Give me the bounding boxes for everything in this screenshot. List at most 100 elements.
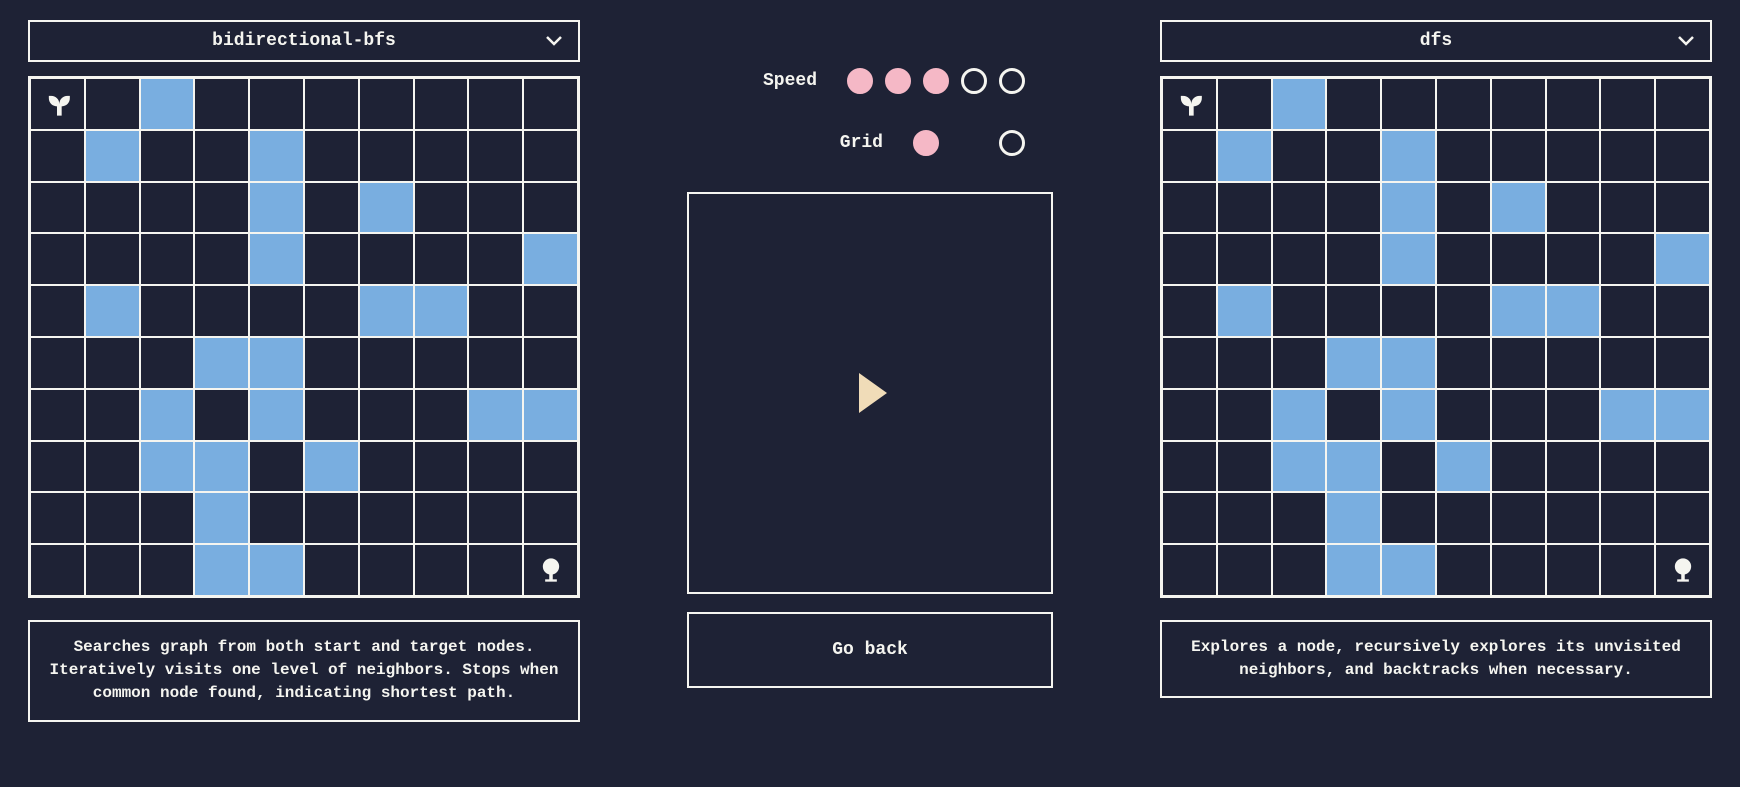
grid-cell[interactable] [1546,544,1601,596]
grid-cell[interactable] [249,544,304,596]
grid-cell[interactable] [194,389,249,441]
grid-cell[interactable] [1272,441,1327,493]
grid-cell[interactable] [414,337,469,389]
grid-cell[interactable] [1655,389,1710,441]
grid-cell[interactable] [1655,285,1710,337]
grid-cell[interactable] [523,130,578,182]
grid-cell[interactable] [140,441,195,493]
grid-cell[interactable] [249,285,304,337]
grid-cell[interactable] [1272,337,1327,389]
grid-cell[interactable] [304,182,359,234]
grid-cell[interactable] [1381,285,1436,337]
grid-cell[interactable] [1546,337,1601,389]
grid-cell[interactable] [1436,492,1491,544]
grid-cell[interactable] [468,544,523,596]
grid-cell[interactable] [194,337,249,389]
grid-cell[interactable] [1436,130,1491,182]
grid-cell[interactable] [1381,389,1436,441]
grid-cell[interactable] [414,544,469,596]
grid-cell[interactable] [1491,130,1546,182]
grid-cell[interactable] [249,130,304,182]
grid-cell[interactable] [1436,544,1491,596]
grid-cell[interactable] [468,441,523,493]
grid-cell[interactable] [1217,337,1272,389]
grid-cell[interactable] [85,233,140,285]
grid-cell[interactable] [1381,337,1436,389]
grid-cell[interactable] [1326,441,1381,493]
grid-cell[interactable] [1655,78,1710,130]
algorithm-select-left[interactable]: bidirectional-bfs [28,20,580,62]
grid-cell[interactable] [1326,492,1381,544]
grid-cell[interactable] [304,233,359,285]
grid-cell[interactable] [1655,441,1710,493]
grid-cell[interactable] [30,492,85,544]
grid-cell[interactable] [359,182,414,234]
grid-cell[interactable] [1217,233,1272,285]
grid-cell[interactable] [1381,182,1436,234]
grid-cell[interactable] [194,233,249,285]
grid-cell[interactable] [1546,389,1601,441]
grid-cell[interactable] [359,337,414,389]
grid-cell[interactable] [359,441,414,493]
grid-cell[interactable] [1326,285,1381,337]
grid-cell[interactable] [1326,337,1381,389]
grid-cell[interactable] [249,389,304,441]
grid-cell[interactable] [359,78,414,130]
grid-cell[interactable] [1381,544,1436,596]
grid-cell[interactable] [1600,233,1655,285]
grid-cell[interactable] [468,337,523,389]
grid-cell[interactable] [414,441,469,493]
grid-cell[interactable] [249,182,304,234]
grid-cell[interactable] [1272,130,1327,182]
grid-cell[interactable] [468,285,523,337]
grid-cell[interactable] [140,389,195,441]
grid-cell[interactable] [1162,337,1217,389]
grid-cell[interactable] [1546,492,1601,544]
grid-cell[interactable] [1655,233,1710,285]
grid-cell[interactable] [194,544,249,596]
grid-cell[interactable] [523,337,578,389]
grid-cell[interactable] [1381,492,1436,544]
speed-dot[interactable] [923,68,949,94]
grid-cell[interactable] [468,389,523,441]
grid-cell[interactable] [1491,78,1546,130]
grid-cell[interactable] [1272,182,1327,234]
grid-cell[interactable] [1162,182,1217,234]
grid-cell[interactable] [194,78,249,130]
grid-cell[interactable] [359,285,414,337]
grid-cell[interactable] [85,130,140,182]
grid-cell[interactable] [1600,337,1655,389]
grid-cell[interactable] [468,492,523,544]
grid-cell[interactable] [249,78,304,130]
grid-cell[interactable] [140,492,195,544]
grid-cell[interactable] [1436,389,1491,441]
grid-cell[interactable] [85,337,140,389]
grid-cell[interactable] [140,285,195,337]
grid-cell[interactable] [1326,130,1381,182]
grid-cell[interactable] [414,233,469,285]
grid-cell[interactable] [85,285,140,337]
grid-cell[interactable] [304,492,359,544]
algorithm-select-right[interactable]: dfs [1160,20,1712,62]
grid-cell[interactable] [1491,441,1546,493]
grid-cell[interactable] [1162,285,1217,337]
grid-cell[interactable] [194,492,249,544]
grid-cell[interactable] [1436,441,1491,493]
grid-cell[interactable] [1600,389,1655,441]
grid-cell[interactable] [1272,233,1327,285]
grid-cell[interactable] [1162,233,1217,285]
grid-cell[interactable] [1217,492,1272,544]
grid-cell[interactable] [1326,389,1381,441]
grid-cell[interactable] [468,78,523,130]
grid-cell[interactable] [249,337,304,389]
grid-cell[interactable] [1546,233,1601,285]
grid-cell[interactable] [1272,389,1327,441]
grid-cell[interactable] [1436,285,1491,337]
grid-cell[interactable] [304,544,359,596]
grid-cell[interactable] [140,337,195,389]
grid-cell[interactable] [1381,78,1436,130]
grid-cell[interactable] [304,130,359,182]
grid-cell[interactable] [1162,389,1217,441]
speed-dot[interactable] [961,68,987,94]
grid-cell[interactable] [523,233,578,285]
